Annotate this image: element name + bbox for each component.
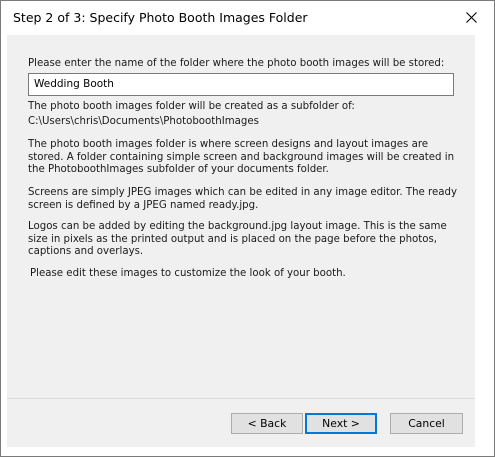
title-bar: Step 2 of 3: Specify Photo Booth Images … [1,1,494,33]
close-icon [465,8,477,27]
screens-paragraph: Screens are simply JPEG images which can… [28,187,458,211]
designs-paragraph: The photo booth images folder is where s… [28,139,455,176]
next-button[interactable]: Next > [305,413,377,434]
folder-prompt-label: Please enter the name of the folder wher… [28,58,445,69]
subfolder-note: The photo booth images folder will be cr… [28,101,355,112]
close-button[interactable] [448,1,494,33]
customize-paragraph: Please edit these images to customize th… [30,268,346,279]
subfolder-path: C:\Users\chris\Documents\PhotoboothImage… [28,116,259,127]
folder-name-input[interactable]: Wedding Booth [28,73,454,96]
cancel-button[interactable]: Cancel [390,413,463,434]
logos-paragraph: Logos can be added by editing the backgr… [28,221,447,258]
wizard-window: Step 2 of 3: Specify Photo Booth Images … [0,0,495,457]
back-button[interactable]: < Back [231,413,303,434]
button-separator [7,398,475,399]
window-title: Step 2 of 3: Specify Photo Booth Images … [13,10,308,25]
